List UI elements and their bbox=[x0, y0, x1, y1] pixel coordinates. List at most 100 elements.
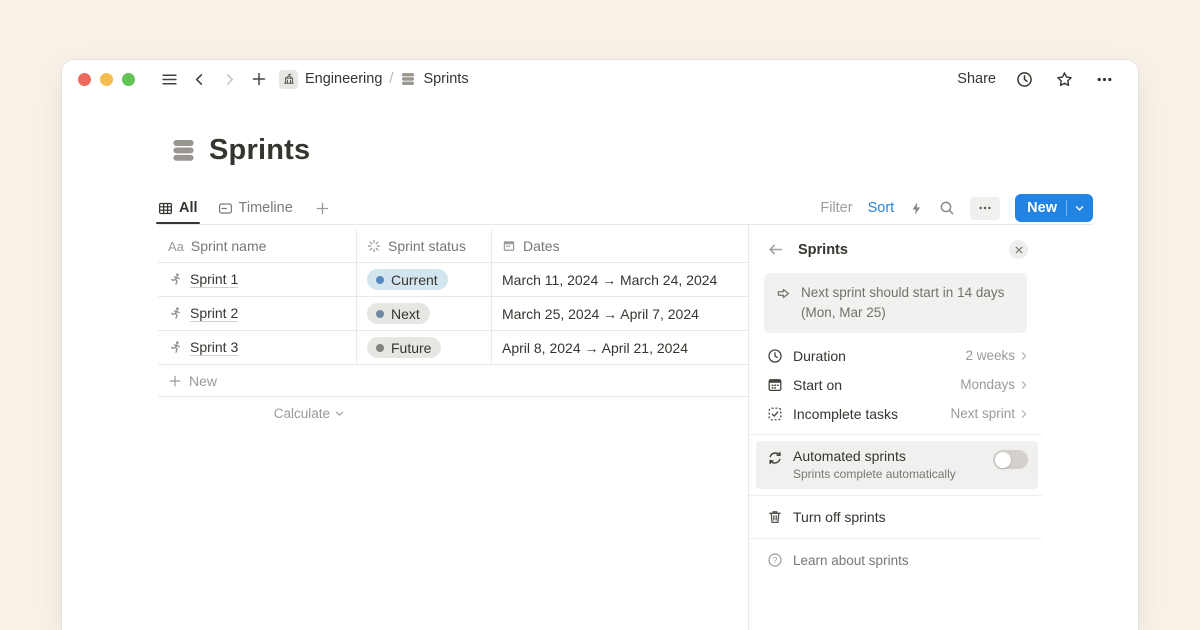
sprint-name-cell[interactable]: Sprint 3 bbox=[158, 331, 357, 364]
date-range: April 8, 2024 → April 21, 2024 bbox=[502, 340, 688, 356]
status-badge[interactable]: Next bbox=[367, 303, 430, 324]
sort-button[interactable]: Sort bbox=[868, 200, 895, 216]
sprint-status-cell[interactable]: Next bbox=[357, 297, 492, 330]
nav-forward-icon[interactable] bbox=[217, 67, 241, 91]
setting-value: Next sprint bbox=[950, 406, 1015, 421]
sprint-status-cell[interactable]: Future bbox=[357, 331, 492, 364]
column-header-sprint-status[interactable]: Sprint status bbox=[357, 230, 492, 262]
column-label: Dates bbox=[523, 238, 560, 254]
sprint-name-cell[interactable]: Sprint 1 bbox=[158, 263, 357, 296]
sprint-page-link[interactable]: Sprint 1 bbox=[190, 271, 238, 288]
new-button[interactable]: New bbox=[1015, 194, 1093, 222]
section-divider bbox=[749, 434, 1042, 435]
share-button[interactable]: Share bbox=[957, 71, 996, 87]
automated-sprints-toggle[interactable] bbox=[993, 450, 1028, 469]
column-label: Sprint status bbox=[388, 238, 466, 254]
tab-all[interactable]: All bbox=[158, 192, 198, 224]
updates-clock-icon[interactable] bbox=[1012, 67, 1036, 91]
dates-cell[interactable]: March 11, 2024 → March 24, 2024 bbox=[492, 263, 748, 296]
page-database-icon bbox=[170, 137, 197, 164]
page-title: Sprints bbox=[209, 134, 310, 167]
tab-timeline-label: Timeline bbox=[239, 200, 293, 216]
status-dot bbox=[376, 310, 384, 318]
column-header-sprint-name[interactable]: Aa Sprint name bbox=[158, 230, 357, 262]
building-icon bbox=[279, 70, 298, 89]
setting-label: Start on bbox=[793, 377, 842, 393]
status-badge[interactable]: Current bbox=[367, 269, 448, 290]
breadcrumb-page[interactable]: Sprints bbox=[423, 71, 468, 87]
view-tabbar: All Timeline Filter Sort bbox=[158, 192, 1093, 224]
status-dot bbox=[376, 276, 384, 284]
close-icon[interactable] bbox=[1009, 240, 1028, 259]
minimize-window-icon[interactable] bbox=[100, 73, 113, 86]
sprint-page-link[interactable]: Sprint 2 bbox=[190, 305, 238, 322]
callout-line1: Next sprint should start in 14 days bbox=[801, 283, 1004, 303]
table-row: Sprint 3 Future April 8, 2024 → April 21… bbox=[158, 331, 748, 365]
toggle-knob bbox=[995, 452, 1011, 468]
chevron-down-icon[interactable] bbox=[1074, 203, 1085, 214]
calendar-icon bbox=[767, 377, 783, 393]
status-label: Future bbox=[391, 340, 431, 356]
column-header-dates[interactable]: Dates bbox=[492, 230, 748, 262]
turn-off-sprints-button[interactable]: Turn off sprints bbox=[749, 502, 1042, 532]
table-row: Sprint 1 Current March 11, 2024 → March … bbox=[158, 263, 748, 297]
turn-off-sprints-label: Turn off sprints bbox=[793, 509, 886, 525]
learn-about-sprints-link[interactable]: ? Learn about sprints bbox=[749, 545, 1042, 575]
traffic-lights bbox=[78, 73, 135, 86]
sprint-status-cell[interactable]: Current bbox=[357, 263, 492, 296]
tab-all-label: All bbox=[179, 200, 198, 216]
filter-button[interactable]: Filter bbox=[820, 200, 852, 216]
sprints-table: Aa Sprint name Sprint status Dates bbox=[158, 230, 748, 430]
view-more-icon[interactable] bbox=[970, 197, 1000, 220]
setting-duration[interactable]: Duration 2 weeks bbox=[749, 341, 1042, 370]
next-sprint-callout: Next sprint should start in 14 days (Mon… bbox=[764, 273, 1027, 333]
bolt-icon[interactable] bbox=[909, 201, 924, 216]
setting-start-on[interactable]: Start on Mondays bbox=[749, 370, 1042, 399]
menu-icon[interactable] bbox=[157, 67, 181, 91]
svg-text:?: ? bbox=[773, 556, 778, 565]
window-topbar: Engineering / Sprints Share bbox=[62, 60, 1138, 98]
add-view-icon[interactable] bbox=[315, 201, 330, 216]
settings-list: Duration 2 weeks Start on Mondays Incomp… bbox=[749, 341, 1042, 428]
page-header: Sprints bbox=[170, 134, 310, 167]
new-row-button[interactable]: New bbox=[158, 365, 748, 397]
chevron-right-icon bbox=[1023, 381, 1026, 387]
sprint-name-cell[interactable]: Sprint 2 bbox=[158, 297, 357, 330]
new-page-icon[interactable] bbox=[247, 67, 271, 91]
nav-back-icon[interactable] bbox=[187, 67, 211, 91]
tab-timeline[interactable]: Timeline bbox=[218, 192, 293, 224]
status-dot bbox=[376, 344, 384, 352]
status-badge[interactable]: Future bbox=[367, 337, 441, 358]
panel-title: Sprints bbox=[798, 242, 848, 258]
favorite-star-icon[interactable] bbox=[1052, 67, 1076, 91]
setting-label: Incomplete tasks bbox=[793, 406, 898, 422]
status-spinner-icon bbox=[367, 239, 381, 253]
setting-value: Mondays bbox=[960, 377, 1015, 392]
calculate-button[interactable]: Calculate bbox=[158, 397, 357, 430]
setting-value: 2 weeks bbox=[965, 348, 1015, 363]
chevron-right-icon bbox=[1023, 352, 1026, 358]
runner-icon bbox=[168, 306, 183, 321]
sprint-settings-panel: Sprints Next sprint should start in 14 d… bbox=[749, 228, 1042, 630]
close-window-icon[interactable] bbox=[78, 73, 91, 86]
setting-incomplete-tasks[interactable]: Incomplete tasks Next sprint bbox=[749, 399, 1042, 428]
automated-sprints-row[interactable]: Automated sprints Sprints complete autom… bbox=[756, 441, 1038, 489]
calculate-label: Calculate bbox=[274, 406, 330, 421]
date-range: March 25, 2024 → April 7, 2024 bbox=[502, 306, 699, 322]
back-arrow-icon[interactable] bbox=[767, 241, 784, 258]
calendar-icon bbox=[502, 239, 516, 253]
maximize-window-icon[interactable] bbox=[122, 73, 135, 86]
callout-line2: (Mon, Mar 25) bbox=[801, 303, 1004, 323]
breadcrumb-separator: / bbox=[389, 71, 393, 87]
breadcrumb-workspace[interactable]: Engineering bbox=[305, 71, 382, 87]
search-icon[interactable] bbox=[939, 200, 955, 216]
timeline-view-icon bbox=[218, 201, 233, 216]
repeat-icon bbox=[767, 448, 783, 481]
date-range: March 11, 2024 → March 24, 2024 bbox=[502, 272, 717, 288]
database-icon bbox=[400, 71, 416, 87]
tabbar-divider bbox=[158, 224, 1093, 225]
sprint-page-link[interactable]: Sprint 3 bbox=[190, 339, 238, 356]
dates-cell[interactable]: April 8, 2024 → April 21, 2024 bbox=[492, 331, 748, 364]
dates-cell[interactable]: March 25, 2024 → April 7, 2024 bbox=[492, 297, 748, 330]
more-options-icon[interactable] bbox=[1092, 67, 1116, 91]
